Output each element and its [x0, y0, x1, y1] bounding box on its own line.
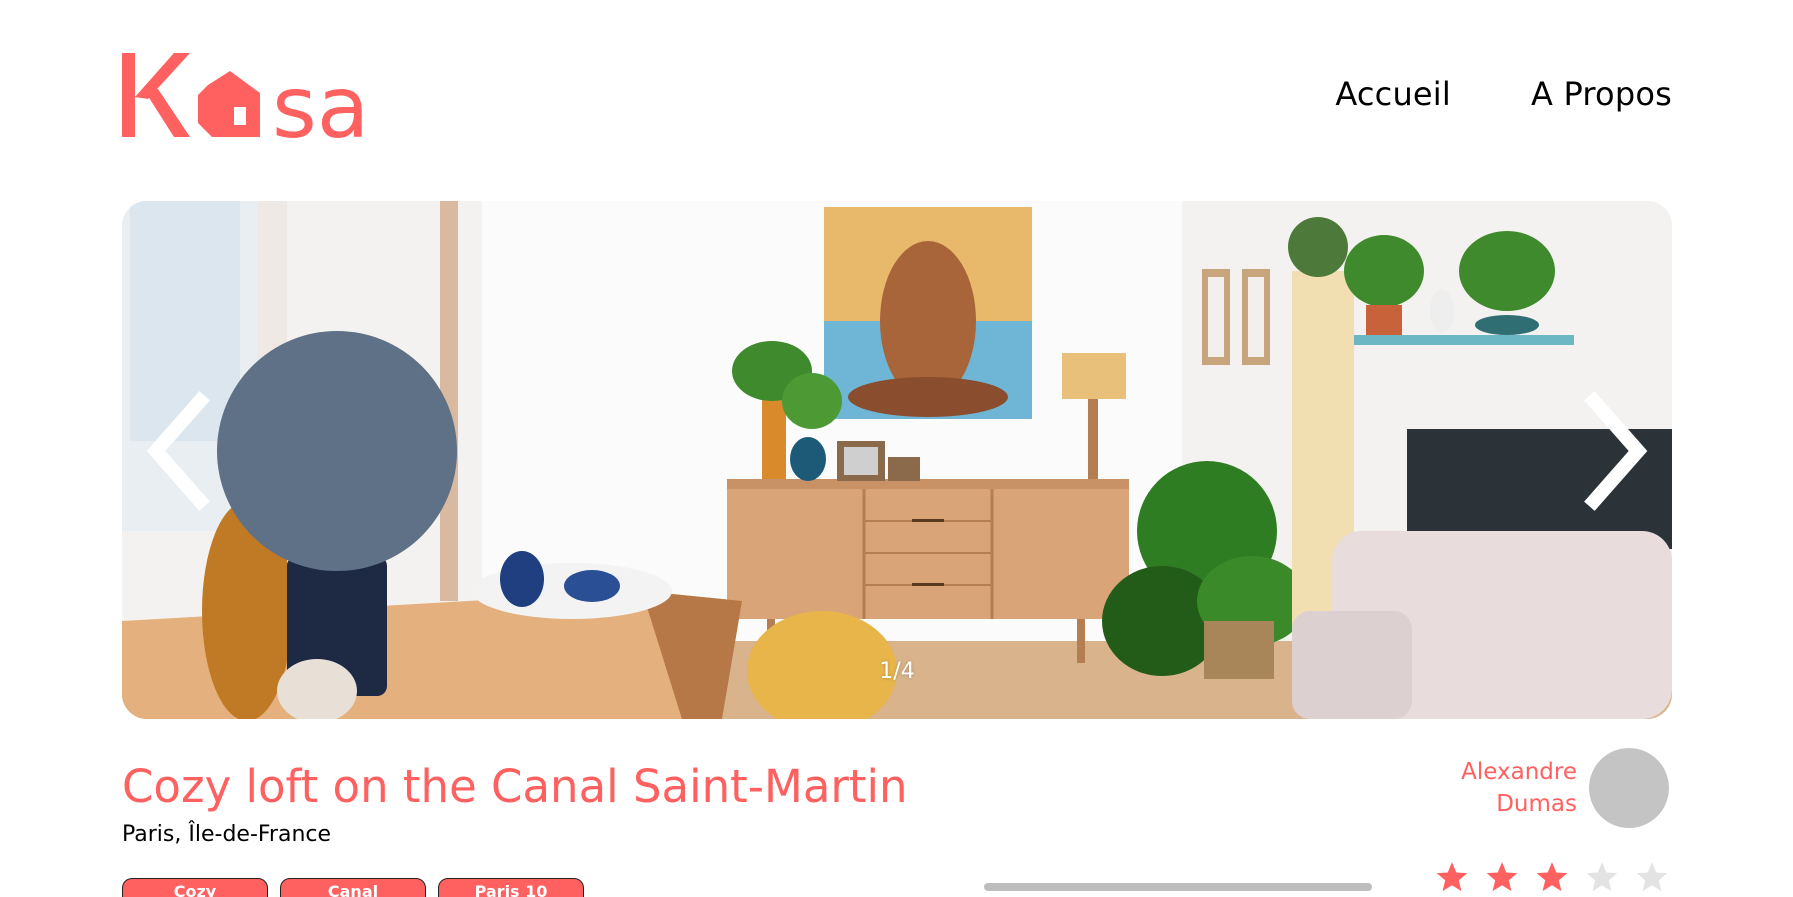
nav-link-accueil[interactable]: Accueil: [1335, 75, 1451, 113]
star-shape: [1636, 862, 1668, 892]
image-carousel: 1/4: [122, 201, 1672, 719]
page: sa Accueil A Propos 1/4 Cozy loft on the…: [0, 0, 1793, 897]
main-nav: Accueil A Propos: [1335, 75, 1672, 113]
host-info: Alexandre Dumas: [1461, 748, 1669, 828]
host-last-name: Dumas: [1496, 791, 1577, 817]
star-icon: [1636, 862, 1668, 892]
star-shape: [1486, 862, 1518, 892]
star-shape: [1436, 862, 1468, 892]
tag-paris-10: Paris 10: [438, 878, 584, 897]
star-icon: [1536, 862, 1568, 892]
nav-link-a-propos[interactable]: A Propos: [1531, 75, 1672, 113]
chevron-left-icon[interactable]: [142, 391, 222, 511]
star-shape: [1536, 862, 1568, 892]
apartment-photo: [122, 201, 1672, 719]
tag-canal: Canal: [280, 878, 426, 897]
svg-text:sa: sa: [272, 58, 370, 143]
rating-stars: [1435, 860, 1669, 894]
star-icon: [1586, 862, 1618, 892]
kasa-logo[interactable]: sa: [122, 51, 392, 143]
tag-cozy: Cozy: [122, 878, 268, 897]
carousel-counter: 1/4: [879, 659, 915, 684]
header: sa Accueil A Propos: [122, 45, 1672, 145]
host-avatar: [1589, 748, 1669, 828]
host-first-name: Alexandre: [1461, 759, 1577, 785]
chevron-right-icon[interactable]: [1572, 391, 1652, 511]
star-shape: [1586, 862, 1618, 892]
listing-location: Paris, Île-de-France: [122, 822, 332, 847]
listing-title: Cozy loft on the Canal Saint-Martin: [122, 760, 908, 813]
star-icon: [1486, 862, 1518, 892]
tag-list: Cozy Canal Paris 10: [122, 878, 584, 897]
star-icon: [1436, 862, 1468, 892]
host-name: Alexandre Dumas: [1461, 756, 1577, 820]
horizontal-scrollbar[interactable]: [984, 883, 1372, 891]
